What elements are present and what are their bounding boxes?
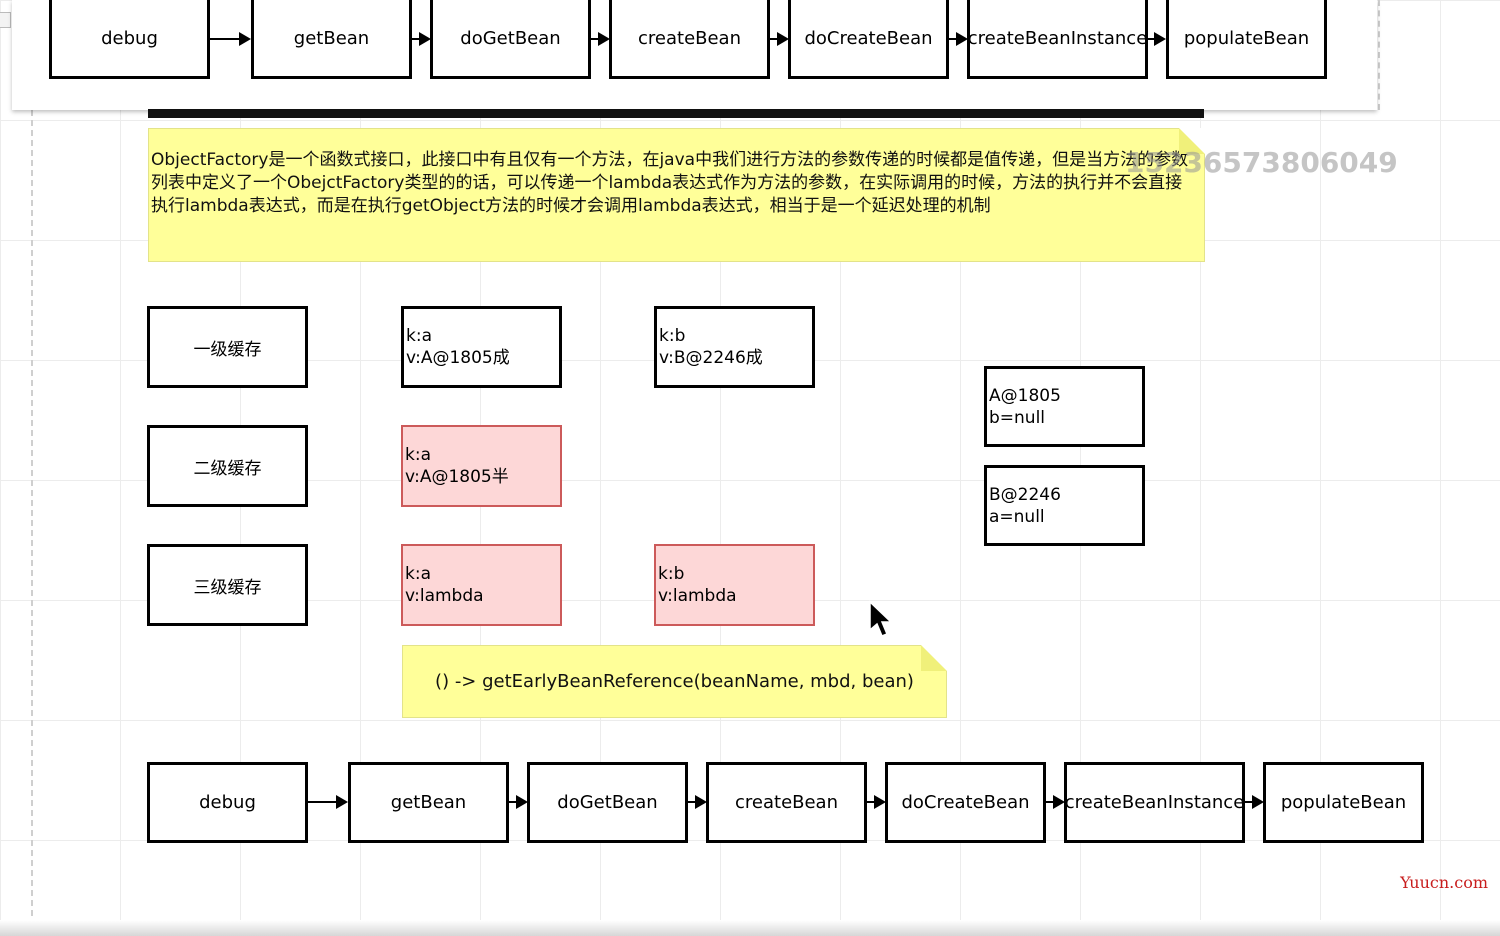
bottom-flow-arrow [1046,795,1065,809]
bottom-flow-debug[interactable]: debug [147,762,308,843]
object-b-box[interactable]: B@2246 a=null [984,465,1145,546]
cache-level-1-label[interactable]: 一级缓存 [147,306,308,388]
cache-l1-entry-b[interactable]: k:b v:B@2246成 [654,306,815,388]
objectfactory-note[interactable]: ObjectFactory是一个函数式接口，此接口中有且仅有一个方法，在java… [148,128,1205,262]
top-flow-populatebean[interactable]: populateBean [1166,0,1327,79]
cache-entry-text: k:a v:A@1805成 [406,326,510,368]
cache-entry-text: k:a v:A@1805半 [405,445,509,487]
bottom-flow-createbeaninstance[interactable]: createBeanInstance [1064,762,1245,843]
left-edge-stub [0,12,11,28]
top-flow-createbean[interactable]: createBean [609,0,770,79]
top-flow-getbean[interactable]: getBean [251,0,412,79]
bottom-flow-getbean[interactable]: getBean [348,762,509,843]
cache-l3-entry-a[interactable]: k:a v:lambda [401,544,562,626]
object-a-text: A@1805 b=null [989,385,1061,428]
top-flow-arrow [210,32,251,46]
top-flow-createbeaninstance[interactable]: createBeanInstance [967,0,1148,79]
lambda-note-text: () -> getEarlyBeanReference(beanName, mb… [435,671,914,692]
top-flow-arrow [1148,32,1166,46]
object-a-box[interactable]: A@1805 b=null [984,366,1145,447]
mouse-cursor-icon [869,600,893,637]
cache-entry-text: k:b v:B@2246成 [659,326,763,368]
cache-entry-text: k:a v:lambda [405,564,484,606]
object-b-text: B@2246 a=null [989,484,1061,527]
cache-l3-entry-b[interactable]: k:b v:lambda [654,544,815,626]
top-flow-arrow [770,32,789,46]
top-flow-arrow [949,32,968,46]
bottom-flow-dogetbean[interactable]: doGetBean [527,762,688,843]
watermark-text: 152365738060​49 [1125,146,1398,179]
brand-watermark: Yuucn.com [1400,873,1488,892]
cache-level-3-label[interactable]: 三级缓存 [147,544,308,626]
page-guide-line [31,110,33,936]
note-fold-corner [921,645,947,671]
top-flow-arrow [412,32,431,46]
bottom-flow-arrow [688,795,707,809]
cache-l2-entry-a[interactable]: k:a v:A@1805半 [401,425,562,507]
top-flow-docreatebean[interactable]: doCreateBean [788,0,949,79]
objectfactory-note-text: ObjectFactory是一个函数式接口，此接口中有且仅有一个方法，在java… [151,150,1189,216]
bottom-flow-arrow [308,795,348,809]
top-flow-dogetbean[interactable]: doGetBean [430,0,591,79]
page-guide-line-right [1378,0,1380,110]
cache-entry-text: k:b v:lambda [658,564,737,606]
bottom-flow-arrow [867,795,886,809]
bottom-edge-shade [0,920,1500,936]
cache-l1-entry-a[interactable]: k:a v:A@1805成 [401,306,562,388]
cache-level-2-label[interactable]: 二级缓存 [147,425,308,507]
bottom-flow-createbean[interactable]: createBean [706,762,867,843]
top-flow-arrow [591,32,610,46]
bottom-flow-populatebean[interactable]: populateBean [1263,762,1424,843]
bottom-flow-docreatebean[interactable]: doCreateBean [885,762,1046,843]
top-flow-debug[interactable]: debug [49,0,210,79]
bottom-flow-arrow [509,795,528,809]
lambda-note[interactable]: () -> getEarlyBeanReference(beanName, mb… [402,645,947,718]
divider-bar [148,109,1204,118]
bottom-flow-arrow [1245,795,1264,809]
